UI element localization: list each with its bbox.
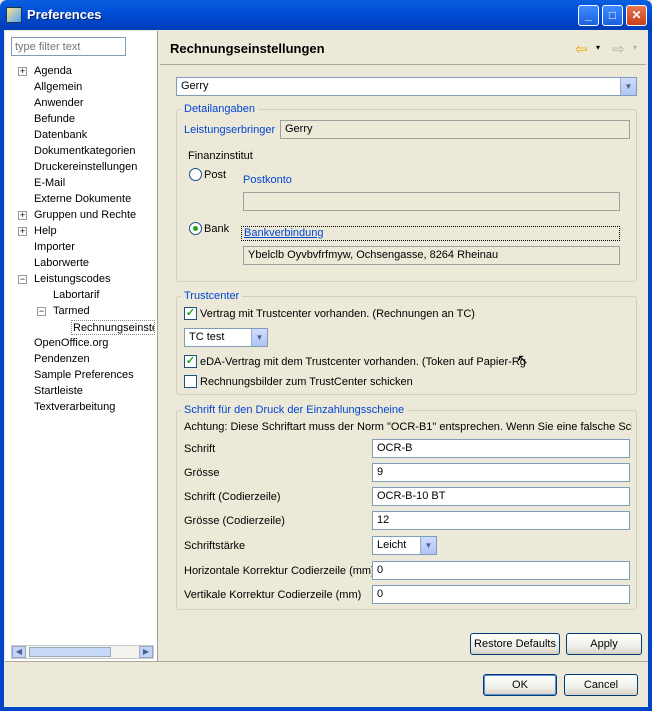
tree-item[interactable]: Allgemein — [34, 80, 82, 95]
size-label: Grösse — [184, 467, 220, 479]
app-icon — [6, 7, 22, 23]
tree-item[interactable]: Rechnungseinste — [71, 320, 155, 335]
code-font-field[interactable]: OCR-B-10 BT — [372, 487, 630, 506]
hcorr-label: Horizontale Korrektur Codierzeile (mm) — [184, 565, 375, 577]
detail-legend: Detailangaben — [181, 103, 258, 115]
post-radio-label: Post — [204, 169, 227, 181]
eda-contract-checkbox[interactable]: ✓ — [184, 355, 197, 368]
font-legend: Schrift für den Druck der Einzahlungssch… — [181, 404, 408, 416]
chevron-down-icon[interactable]: ▼ — [420, 537, 436, 554]
tree-item[interactable]: Gruppen und Rechte — [34, 208, 136, 223]
page-title: Rechnungseinstellungen — [170, 41, 325, 56]
tree-expand-icon[interactable]: + — [18, 227, 27, 236]
tree-item[interactable]: Importer — [34, 240, 75, 255]
post-radio[interactable] — [189, 168, 202, 181]
chevron-down-icon[interactable]: ▼ — [251, 329, 267, 346]
weight-label: Schriftstärke — [184, 540, 246, 552]
back-arrow-icon[interactable]: ⇦ — [575, 40, 588, 58]
mouse-cursor-icon: ↖ — [517, 351, 529, 367]
invoice-images-checkbox[interactable] — [184, 375, 197, 388]
tree-item[interactable]: Sample Preferences — [34, 368, 134, 383]
size-field[interactable]: 9 — [372, 463, 630, 482]
font-label: Schrift — [184, 443, 216, 455]
bank-account-field: Ybelclb Oyvbvfrfmyw, Ochsengasse, 8264 R… — [243, 246, 620, 265]
apply-button[interactable]: Apply — [566, 633, 642, 655]
forward-history-dropdown-icon[interactable]: ▾ — [633, 43, 637, 52]
minimize-button[interactable]: _ — [578, 5, 599, 26]
maximize-button[interactable]: □ — [602, 5, 623, 26]
close-button[interactable]: ✕ — [626, 5, 647, 26]
tree-item[interactable]: Dokumentkategorien — [34, 144, 136, 159]
font-note: Achtung: Diese Schriftart muss der Norm … — [184, 421, 632, 433]
window-title: Preferences — [27, 7, 102, 22]
weight-select[interactable]: Leicht ▼ — [372, 536, 437, 555]
font-field[interactable]: OCR-B — [372, 439, 630, 458]
tree-expand-icon[interactable]: + — [18, 67, 27, 76]
tree-item[interactable]: E-Mail — [34, 176, 65, 191]
post-account-link[interactable]: Postkonto — [243, 174, 292, 186]
scroll-right-icon[interactable]: ▶ — [139, 646, 153, 658]
tree-item[interactable]: Druckereinstellungen — [34, 160, 137, 175]
bottom-separator — [5, 661, 648, 662]
ok-button[interactable]: OK — [483, 674, 557, 696]
code-size-field[interactable]: 12 — [372, 511, 630, 530]
invoice-images-label: Rechnungsbilder zum TrustCenter schicken — [200, 376, 413, 388]
back-history-dropdown-icon[interactable]: ▾ — [596, 43, 600, 52]
mandator-select[interactable]: Gerry ▼ — [176, 77, 637, 96]
eda-contract-label: eDA-Vertrag mit dem Trustcenter vorhande… — [200, 356, 526, 368]
tree-item[interactable]: Leistungscodes — [34, 272, 110, 287]
tree-item[interactable]: Anwender — [34, 96, 84, 111]
tree-item[interactable]: Labortarif — [53, 288, 99, 303]
bank-radio[interactable] — [189, 222, 202, 235]
scroll-thumb[interactable] — [29, 647, 111, 657]
chevron-down-icon[interactable]: ▼ — [620, 78, 636, 95]
title-separator — [160, 64, 646, 65]
bank-radio-label: Bank — [204, 223, 230, 235]
horizontal-scrollbar[interactable]: ◀ ▶ — [11, 645, 154, 659]
weight-select-value: Leicht — [377, 539, 407, 551]
bank-connection-link[interactable]: Bankverbindung — [241, 226, 620, 241]
tree-item[interactable]: Laborwerte — [34, 256, 89, 271]
code-size-label: Grösse (Codierzeile) — [184, 515, 285, 527]
tree-item[interactable]: Textverarbeitung — [34, 400, 115, 415]
hcorr-field[interactable]: 0 — [372, 561, 630, 580]
provider-field: Gerry — [280, 120, 630, 139]
tree-expand-icon[interactable]: − — [18, 275, 27, 284]
bank-connection-label: Bankverbindung — [244, 227, 324, 239]
post-account-field — [243, 192, 620, 211]
tree-item[interactable]: Befunde — [34, 112, 75, 127]
forward-arrow-icon[interactable]: ⇨ — [612, 40, 625, 58]
filter-input[interactable] — [11, 37, 126, 56]
tree-item[interactable]: Tarmed — [53, 304, 90, 319]
tree-item[interactable]: OpenOffice.org — [34, 336, 108, 351]
tree-item[interactable]: Startleiste — [34, 384, 83, 399]
tc-contract-checkbox[interactable]: ✓ — [184, 307, 197, 320]
tree-item[interactable]: Datenbank — [34, 128, 87, 143]
code-font-label: Schrift (Codierzeile) — [184, 491, 281, 503]
tc-select-value: TC test — [189, 331, 225, 343]
tree-item[interactable]: Help — [34, 224, 57, 239]
vcorr-field[interactable]: 0 — [372, 585, 630, 604]
tc-contract-label: Vertrag mit Trustcenter vorhanden. (Rech… — [200, 308, 475, 320]
tree-item[interactable]: Pendenzen — [34, 352, 90, 367]
tree-expand-icon[interactable]: − — [37, 307, 46, 316]
restore-defaults-button[interactable]: Restore Defaults — [470, 633, 560, 655]
vcorr-label: Vertikale Korrektur Codierzeile (mm) — [184, 589, 362, 601]
tree-item[interactable]: Agenda — [34, 64, 72, 79]
tc-select[interactable]: TC test ▼ — [184, 328, 268, 347]
tree-expand-icon[interactable]: + — [18, 211, 27, 220]
cancel-button[interactable]: Cancel — [564, 674, 638, 696]
provider-link[interactable]: Leistungserbringer — [184, 124, 275, 136]
mandator-select-value: Gerry — [181, 80, 209, 92]
tree-item[interactable]: Externe Dokumente — [34, 192, 131, 207]
scroll-left-icon[interactable]: ◀ — [12, 646, 26, 658]
finance-label: Finanzinstitut — [188, 150, 253, 162]
trustcenter-legend: Trustcenter — [181, 290, 243, 302]
